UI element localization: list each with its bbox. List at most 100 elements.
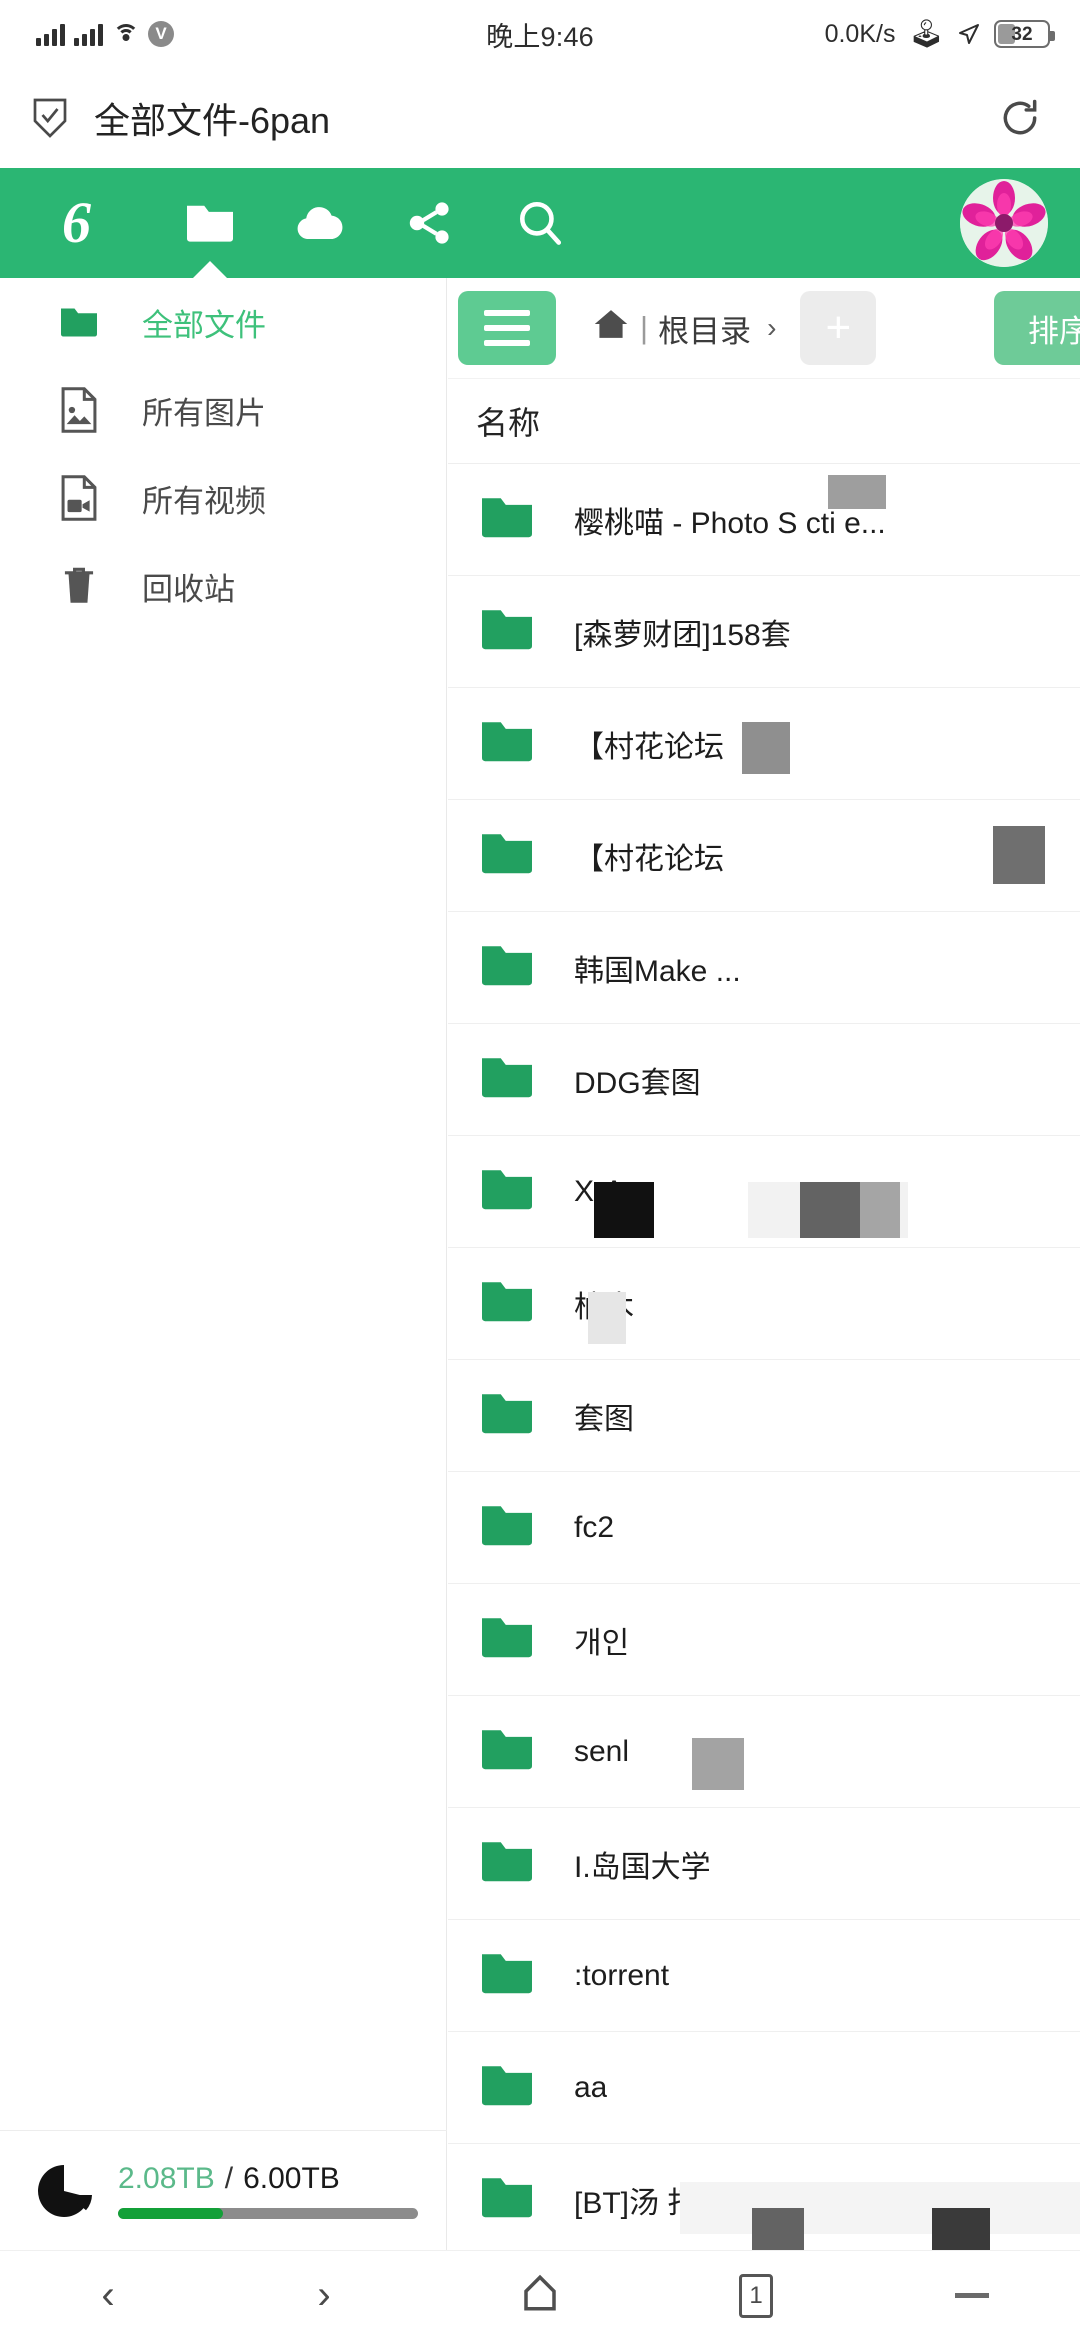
sidebar-item-label: 全部文件	[142, 307, 266, 343]
redaction-block	[742, 722, 790, 774]
tab-count-badge: 1	[739, 2273, 773, 2318]
folder-icon	[476, 2060, 538, 2115]
toolbar-tabs	[155, 168, 595, 278]
share-icon	[405, 199, 455, 247]
folder-icon	[476, 2172, 538, 2227]
app-toolbar: 6	[0, 168, 1080, 278]
table-row[interactable]: I.岛国大学	[448, 1808, 1080, 1920]
redaction-block	[692, 1738, 744, 1790]
folder-icon	[183, 200, 237, 246]
refresh-icon[interactable]	[998, 96, 1042, 140]
nav-minimize-button[interactable]	[897, 2251, 1047, 2340]
home-outline-icon	[519, 2272, 561, 2319]
nav-tabs-button[interactable]: 1	[681, 2251, 831, 2340]
storage-text: 2.08TB / 6.00TB	[118, 2162, 418, 2219]
network-speed-text: 0.0K/s	[824, 19, 896, 48]
file-list-pane: | 根目录 › + 排序 名称 樱桃喵 - Photo S cti e... [森…	[448, 278, 1080, 2250]
table-row[interactable]: 套图	[448, 1360, 1080, 1472]
storage-used: 2.08TB	[118, 2162, 215, 2195]
breadcrumb[interactable]: | 根目录 ›	[592, 306, 776, 351]
storage-separator: /	[224, 2162, 234, 2195]
sidebar-item-all-images[interactable]: 所有图片	[0, 366, 446, 454]
system-nav-bar: ‹ › 1	[0, 2250, 1080, 2340]
table-row[interactable]: aa	[448, 2032, 1080, 2144]
breadcrumb-divider: |	[640, 310, 649, 345]
folder-icon	[476, 1052, 538, 1107]
folder-icon	[476, 1164, 538, 1219]
file-name: 套图	[574, 1402, 634, 1436]
table-row[interactable]: 【村花论坛	[448, 800, 1080, 912]
app-logo: 6	[62, 190, 91, 255]
breadcrumb-root[interactable]: 根目录	[658, 306, 751, 351]
folder-icon	[476, 940, 538, 995]
redaction-block	[993, 826, 1045, 884]
table-row[interactable]: 柚木	[448, 1248, 1080, 1360]
chevron-left-icon: ‹	[101, 2273, 115, 2317]
redaction-block	[680, 2182, 1080, 2234]
cloud-tab[interactable]	[265, 168, 375, 278]
home-icon[interactable]	[592, 307, 630, 349]
folder-icon	[476, 1276, 538, 1331]
breadcrumb-bar: | 根目录 › + 排序	[448, 278, 1080, 378]
hamburger-menu-icon[interactable]	[458, 291, 556, 365]
file-name: 개인	[574, 1626, 630, 1660]
signal-bars-icon	[36, 22, 65, 46]
storage-total: 6.00TB	[243, 2162, 340, 2195]
chevron-right-icon: ›	[317, 2273, 331, 2317]
battery-icon: 32	[994, 20, 1055, 48]
add-button[interactable]: +	[800, 291, 877, 365]
sidebar-item-label: 回收站	[142, 571, 235, 607]
files-tab[interactable]	[155, 168, 265, 278]
nav-back-button[interactable]: ‹	[33, 2251, 183, 2340]
file-name: 【村花论坛	[574, 730, 724, 764]
table-row[interactable]: fc2	[448, 1472, 1080, 1584]
nav-home-button[interactable]	[465, 2251, 615, 2340]
redaction-block	[828, 475, 886, 509]
page-title: 全部文件-6pan	[94, 100, 331, 141]
storage-summary[interactable]: 2.08TB / 6.00TB	[0, 2130, 447, 2250]
sort-button[interactable]: 排序	[994, 291, 1080, 365]
folder-icon	[56, 304, 102, 340]
search-tab[interactable]	[485, 168, 595, 278]
status-clock: 晚上9:46	[486, 21, 594, 52]
redaction-block	[588, 1292, 626, 1344]
app-title-bar: 全部文件-6pan	[0, 68, 1080, 168]
pie-chart-icon	[36, 2163, 92, 2219]
table-row[interactable]: 韩国Make ...	[448, 912, 1080, 1024]
folder-icon	[476, 1724, 538, 1779]
avatar[interactable]	[960, 179, 1048, 267]
redaction-block	[860, 1182, 900, 1238]
folder-icon	[476, 604, 538, 659]
storage-progress-bar	[118, 2208, 418, 2219]
sidebar-item-label: 所有图片	[142, 395, 266, 431]
folder-icon	[476, 1836, 538, 1891]
file-name: senl	[574, 1734, 630, 1768]
table-row[interactable]: DDG套图	[448, 1024, 1080, 1136]
table-row[interactable]: 개인	[448, 1584, 1080, 1696]
signal-bars-icon-2	[74, 22, 103, 46]
battery-level-text: 32	[1011, 23, 1033, 45]
table-row[interactable]: :torrent	[448, 1920, 1080, 2032]
folder-icon	[476, 1612, 538, 1667]
folder-icon	[476, 1388, 538, 1443]
content-area: 全部文件 所有图片 所有视频 回收站 2.08TB / 6.00TB | 根目录…	[0, 278, 1080, 2250]
bluetooth-icon: 🕹	[908, 18, 944, 49]
sidebar-item-all-videos[interactable]: 所有视频	[0, 454, 446, 542]
nav-forward-button[interactable]: ›	[249, 2251, 399, 2340]
table-row[interactable]: [森萝财团]158套	[448, 576, 1080, 688]
sidebar-item-recycle-bin[interactable]: 回收站	[0, 542, 446, 630]
table-row[interactable]: senl	[448, 1696, 1080, 1808]
file-name: DDG套图	[574, 1066, 701, 1100]
folder-icon	[476, 1948, 538, 2003]
file-name: aa	[574, 2070, 608, 2104]
status-left-icons: V	[36, 21, 174, 47]
cloud-icon	[292, 201, 348, 245]
sidebar-item-all-files[interactable]: 全部文件	[0, 278, 446, 366]
table-row[interactable]: 樱桃喵 - Photo S cti e...	[448, 464, 1080, 576]
column-header-row: 名称	[448, 378, 1080, 464]
sidebar-item-label: 所有视频	[142, 483, 266, 519]
share-tab[interactable]	[375, 168, 485, 278]
minimize-icon	[955, 2293, 989, 2298]
folder-icon	[476, 492, 538, 547]
carrier-badge-icon: V	[148, 21, 174, 47]
